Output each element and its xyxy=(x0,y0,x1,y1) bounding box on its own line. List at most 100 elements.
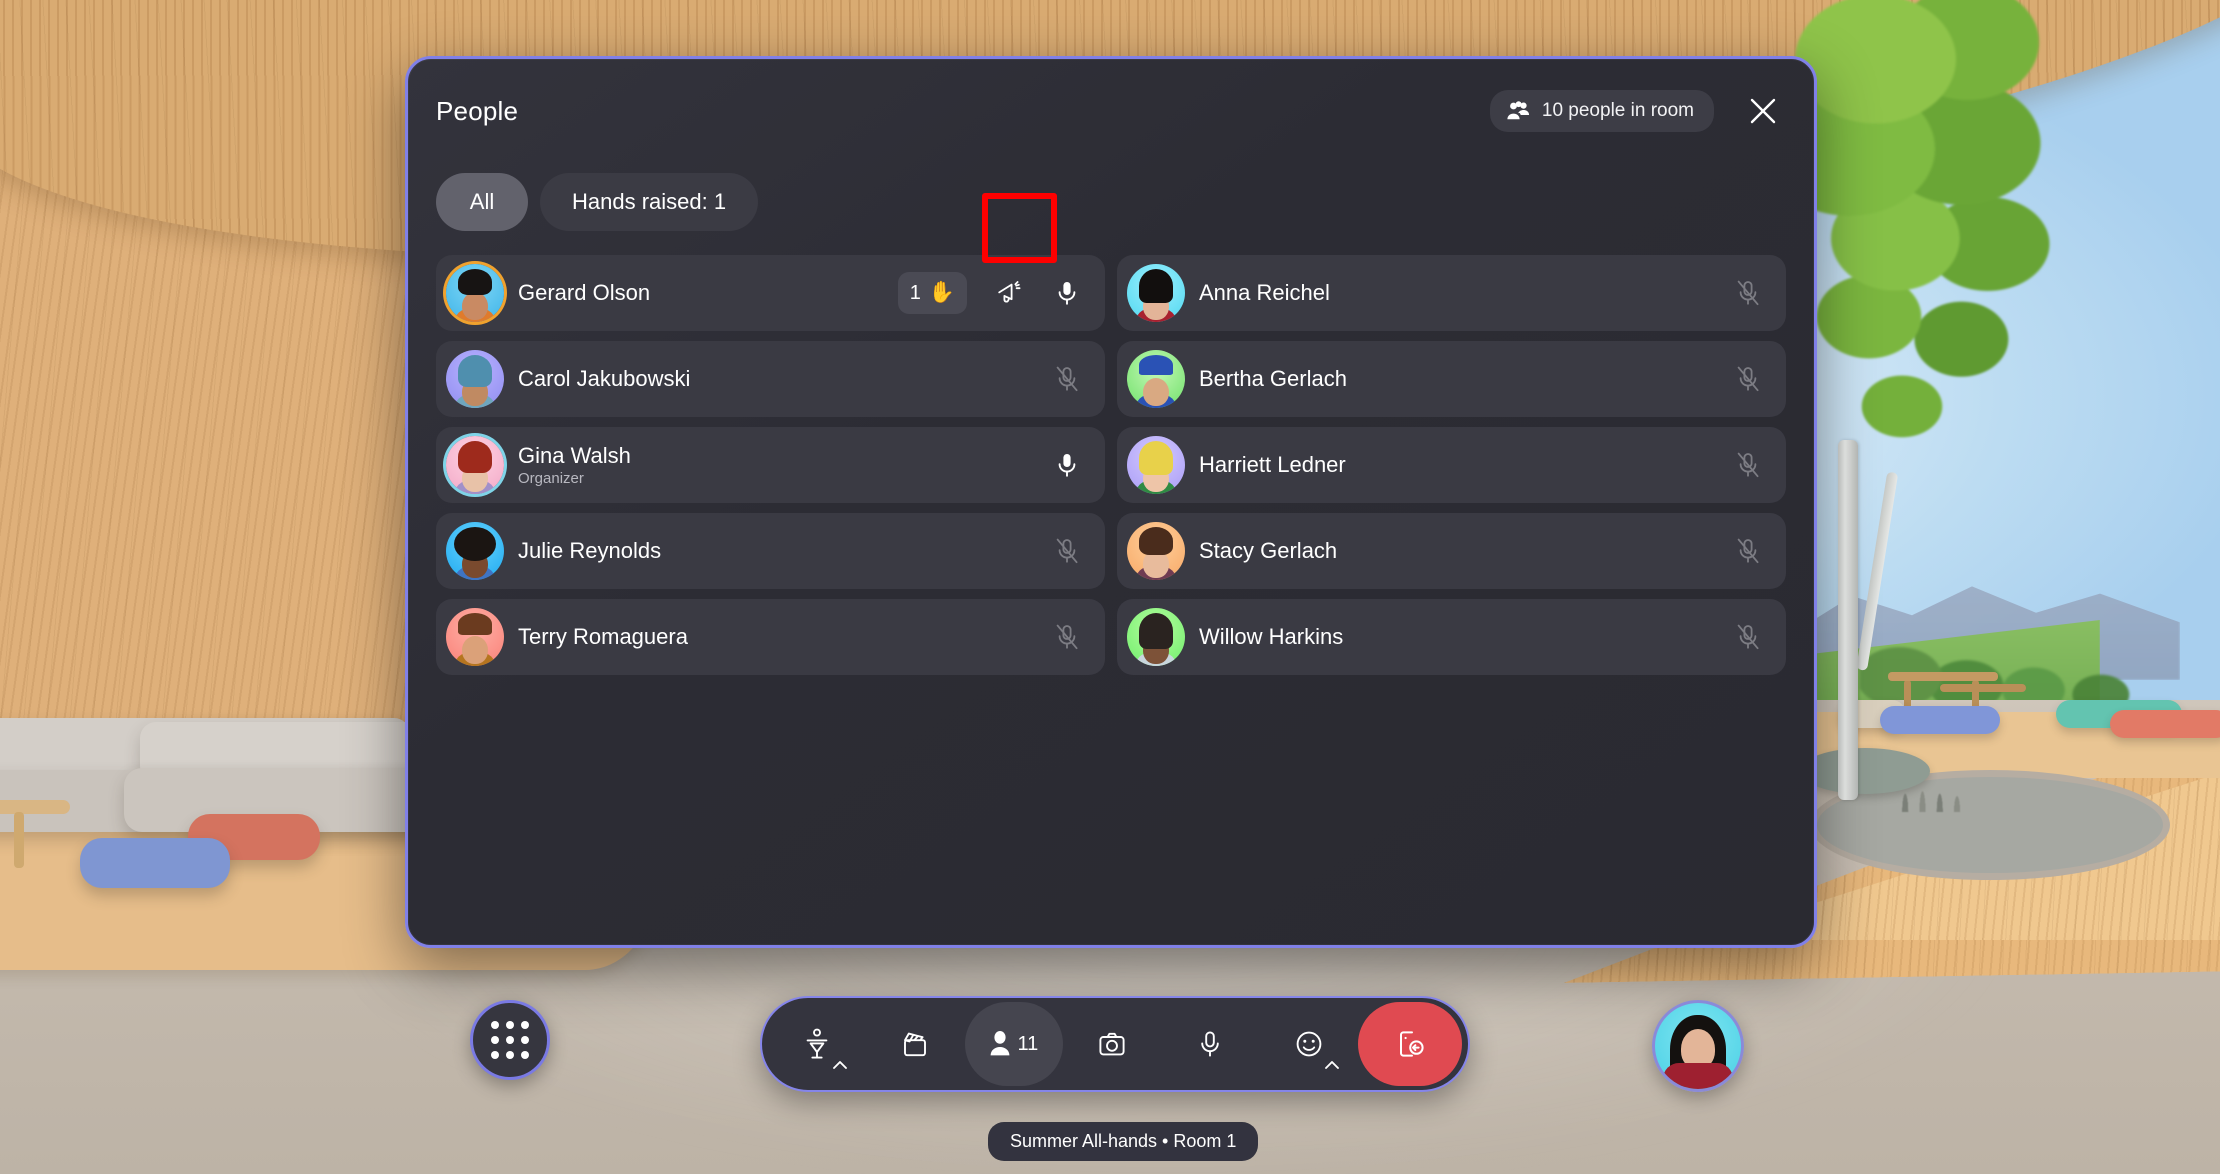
tree-foliage xyxy=(1770,0,2100,552)
reactions-button[interactable] xyxy=(1260,1002,1358,1086)
participant-row-gina-walsh[interactable]: Gina Walsh Organizer xyxy=(436,427,1105,503)
participant-row-anna-reichel[interactable]: Anna Reichel xyxy=(1117,255,1786,331)
avatar xyxy=(1127,350,1185,408)
pouf-blue-right xyxy=(1880,706,2000,734)
mic-button[interactable] xyxy=(1051,621,1083,653)
avatar xyxy=(446,436,504,494)
row-actions xyxy=(1732,449,1764,481)
hand-raised-badge[interactable]: 1 ✋ xyxy=(897,272,967,314)
mic-button[interactable] xyxy=(1051,277,1083,309)
pond-shrub xyxy=(1886,756,1982,812)
row-actions xyxy=(1051,535,1083,567)
avatar-stand-icon xyxy=(801,1027,833,1061)
people-count-label: 11 xyxy=(1017,1032,1039,1055)
avatar-button[interactable] xyxy=(768,1002,866,1086)
participant-row-julie-reynolds[interactable]: Julie Reynolds xyxy=(436,513,1105,589)
avatar xyxy=(446,522,504,580)
megaphone-icon xyxy=(995,279,1023,307)
self-avatar-jacket xyxy=(1663,1063,1733,1089)
mic-button[interactable] xyxy=(1732,449,1764,481)
participant-row-willow-harkins[interactable]: Willow Harkins xyxy=(1117,599,1786,675)
participant-name: Carol Jakubowski xyxy=(518,366,691,392)
close-button[interactable] xyxy=(1740,88,1786,134)
microphone-muted-icon xyxy=(1054,537,1080,565)
row-actions xyxy=(1732,621,1764,653)
side-table-1 xyxy=(1888,672,1998,681)
raised-hand-icon: ✋ xyxy=(928,281,955,304)
announce-button[interactable] xyxy=(993,277,1025,309)
mic-button[interactable] xyxy=(1051,363,1083,395)
mic-button[interactable] xyxy=(1051,449,1083,481)
smiley-icon xyxy=(1294,1029,1324,1059)
participant-name-block: Carol Jakubowski xyxy=(518,366,690,391)
close-icon xyxy=(1748,96,1778,126)
panel-header: People 10 people in room xyxy=(408,59,1814,163)
participant-row-harriett-ledner[interactable]: Harriett Ledner xyxy=(1117,427,1786,503)
participant-row-terry-romaguera[interactable]: Terry Romaguera xyxy=(436,599,1105,675)
participant-name-block: Anna Reichel xyxy=(1199,280,1330,305)
microphone-muted-icon xyxy=(1735,365,1761,393)
people-button[interactable]: 11 xyxy=(964,1002,1063,1086)
row-actions xyxy=(1732,277,1764,309)
participant-name: Anna Reichel xyxy=(1199,280,1330,306)
chevron-up-icon xyxy=(832,1060,848,1070)
microphone-icon xyxy=(1054,451,1080,479)
pouf-red-right xyxy=(2110,710,2220,738)
mic-button[interactable] xyxy=(1732,277,1764,309)
microphone-icon xyxy=(1054,279,1080,307)
microphone-muted-icon xyxy=(1735,537,1761,565)
leave-button[interactable] xyxy=(1357,1002,1462,1086)
participant-name: Terry Romaguera xyxy=(518,624,688,650)
participant-row-stacy-gerlach[interactable]: Stacy Gerlach xyxy=(1117,513,1786,589)
participant-name-block: Gina Walsh Organizer xyxy=(518,443,631,487)
row-actions xyxy=(1051,621,1083,653)
avatar xyxy=(446,264,504,322)
mic-button[interactable] xyxy=(1161,1002,1259,1086)
meeting-title-label: Summer All-hands • Room 1 xyxy=(988,1122,1259,1161)
room-count-label: 10 people in room xyxy=(1541,100,1694,121)
avatar xyxy=(1127,436,1185,494)
filter-tab-hands-raised[interactable]: Hands raised: 1 xyxy=(540,173,759,231)
self-avatar[interactable] xyxy=(1652,1000,1744,1092)
person-icon xyxy=(989,1029,1013,1059)
mic-button[interactable] xyxy=(1051,535,1083,567)
video-button[interactable] xyxy=(866,1002,964,1086)
room-count-badge[interactable]: 10 people in room xyxy=(1489,90,1714,132)
participant-name: Julie Reynolds xyxy=(518,538,662,564)
hand-raise-order: 1 xyxy=(909,281,921,304)
avatar xyxy=(1127,608,1185,666)
filter-tabs: All Hands raised: 1 xyxy=(408,163,1814,231)
people-group-icon xyxy=(1506,101,1532,121)
people-panel: People 10 people in room All Hands raise… xyxy=(405,56,1817,948)
chevron-up-icon xyxy=(1324,1060,1340,1070)
row-actions xyxy=(1051,449,1083,481)
row-actions xyxy=(1732,535,1764,567)
participant-name: Gina Walsh xyxy=(518,442,631,468)
clapperboard-icon xyxy=(900,1029,930,1059)
meeting-toolbar: 11 xyxy=(760,996,1470,1092)
apps-grid-button[interactable] xyxy=(470,1000,550,1080)
mic-button[interactable] xyxy=(1732,363,1764,395)
microphone-muted-icon xyxy=(1735,279,1761,307)
avatar xyxy=(446,350,504,408)
participant-name-block: Julie Reynolds xyxy=(518,538,661,563)
coffee-table xyxy=(0,800,70,814)
camera-button[interactable] xyxy=(1063,1002,1161,1086)
camera-icon xyxy=(1097,1030,1127,1058)
participant-row-carol-jakubowski[interactable]: Carol Jakubowski xyxy=(436,341,1105,417)
avatar xyxy=(1127,522,1185,580)
participant-name-block: Gerard Olson xyxy=(518,280,650,305)
mic-button[interactable] xyxy=(1732,535,1764,567)
participant-row-bertha-gerlach[interactable]: Bertha Gerlach xyxy=(1117,341,1786,417)
microphone-muted-icon xyxy=(1735,623,1761,651)
participant-name-block: Stacy Gerlach xyxy=(1199,538,1337,563)
panel-header-actions: 10 people in room xyxy=(1489,88,1786,134)
filter-tab-all[interactable]: All xyxy=(436,173,528,231)
microphone-muted-icon xyxy=(1054,365,1080,393)
row-actions xyxy=(1051,363,1083,395)
mic-button[interactable] xyxy=(1732,621,1764,653)
microphone-muted-icon xyxy=(1735,451,1761,479)
pouf-blue xyxy=(80,838,230,888)
participant-list: Gerard Olson 1 ✋ Anna Reichel Carol Jaku… xyxy=(408,231,1814,675)
participant-row-gerard-olson[interactable]: Gerard Olson 1 ✋ xyxy=(436,255,1105,331)
